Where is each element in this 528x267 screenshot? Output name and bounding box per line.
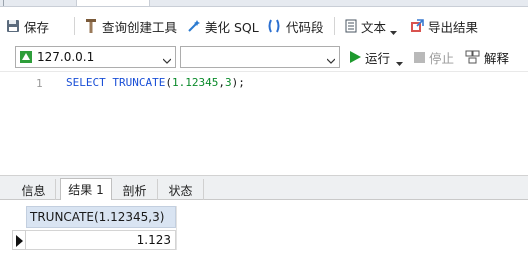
connection-icon <box>19 50 33 64</box>
server-select[interactable]: 127.0.0.1 <box>15 46 176 68</box>
save-icon <box>6 19 20 33</box>
tab-result-1-label: 结果 1 <box>68 183 104 197</box>
code-snippet-label: 代码段 <box>286 19 324 35</box>
code-snippet-button[interactable]: 代码段 <box>266 16 324 36</box>
beautify-sql-button[interactable]: 美化 SQL <box>187 16 259 36</box>
toolbar-separator <box>74 17 75 35</box>
server-select-value: 127.0.0.1 <box>37 50 95 64</box>
caret-down-icon <box>396 55 404 66</box>
tab-separator <box>3 0 4 6</box>
sql-paren: ( <box>165 76 172 89</box>
line-number-gutter: 1 <box>0 72 52 175</box>
column-header-label: TRUNCATE(1.12345,3) <box>30 210 165 224</box>
query-builder-button[interactable]: 查询创建工具 <box>84 16 177 36</box>
run-button[interactable]: 运行 <box>349 48 404 66</box>
main-toolbar: 保存 查询创建工具 美化 SQL 代码段 文本 导出结果 <box>0 8 528 41</box>
magic-wand-icon <box>187 19 201 33</box>
sql-number-arg: 3 <box>224 76 232 89</box>
grid-column-divider <box>176 206 177 250</box>
beautify-sql-label: 美化 SQL <box>205 19 259 35</box>
line-number: 1 <box>36 77 43 90</box>
text-mode-label: 文本 <box>361 19 387 35</box>
query-builder-icon <box>84 18 98 34</box>
result-grid: TRUNCATE(1.12345,3) 1.123 <box>0 200 528 267</box>
tab-info-label: 信息 <box>21 183 46 198</box>
sql-code-line: SELECT TRUNCATE(1.12345,3); <box>66 76 245 89</box>
tab-info[interactable]: 信息 <box>12 179 56 201</box>
chevron-down-icon <box>162 54 172 64</box>
current-row-arrow-icon <box>16 235 23 247</box>
explain-icon <box>465 50 480 64</box>
stop-label: 停止 <box>429 50 455 66</box>
text-mode-dropdown[interactable]: 文本 <box>345 16 398 36</box>
tab-status[interactable]: 状态 <box>158 179 204 201</box>
database-select[interactable] <box>180 46 340 68</box>
document-tab-strip <box>0 0 528 7</box>
stop-button[interactable]: 停止 <box>414 48 454 66</box>
export-icon <box>410 19 424 33</box>
export-results-label: 导出结果 <box>428 19 479 35</box>
chevron-down-icon <box>326 54 336 64</box>
cell-value: 1.123 <box>136 233 171 247</box>
sql-number-arg: 1.12345 <box>171 76 219 89</box>
save-button[interactable]: 保存 <box>6 16 49 36</box>
table-cell[interactable]: 1.123 <box>26 230 176 250</box>
toolbar-separator <box>334 17 335 35</box>
explain-label: 解释 <box>484 50 510 66</box>
stop-icon <box>414 51 425 63</box>
tab-result-1[interactable]: 结果 1 <box>60 178 112 201</box>
caret-down-icon <box>390 24 398 35</box>
run-label: 运行 <box>365 50 391 66</box>
connection-bar: 127.0.0.1 运行 停止 解释 <box>0 43 528 71</box>
tab-profile-label: 剖析 <box>122 183 147 198</box>
active-query-tab[interactable] <box>76 0 150 6</box>
column-header[interactable]: TRUNCATE(1.12345,3) <box>26 206 176 228</box>
explain-button[interactable]: 解释 <box>465 48 509 66</box>
tab-profile[interactable]: 剖析 <box>112 179 158 201</box>
tab-status-label: 状态 <box>168 183 193 198</box>
save-label: 保存 <box>24 19 50 35</box>
query-builder-label: 查询创建工具 <box>102 19 178 35</box>
row-selector[interactable] <box>12 230 26 250</box>
result-tab-bar: 信息 结果 1 剖析 状态 <box>0 175 528 201</box>
sql-keyword: SELECT TRUNCATE <box>66 76 166 89</box>
document-icon <box>345 19 357 33</box>
sql-comma: , <box>218 76 225 89</box>
sql-tail: ); <box>231 76 245 89</box>
play-icon <box>349 51 361 63</box>
export-results-button[interactable]: 导出结果 <box>410 16 478 36</box>
sql-editor[interactable]: 1 SELECT TRUNCATE(1.12345,3); <box>0 71 528 175</box>
code-snippet-icon <box>266 18 282 34</box>
